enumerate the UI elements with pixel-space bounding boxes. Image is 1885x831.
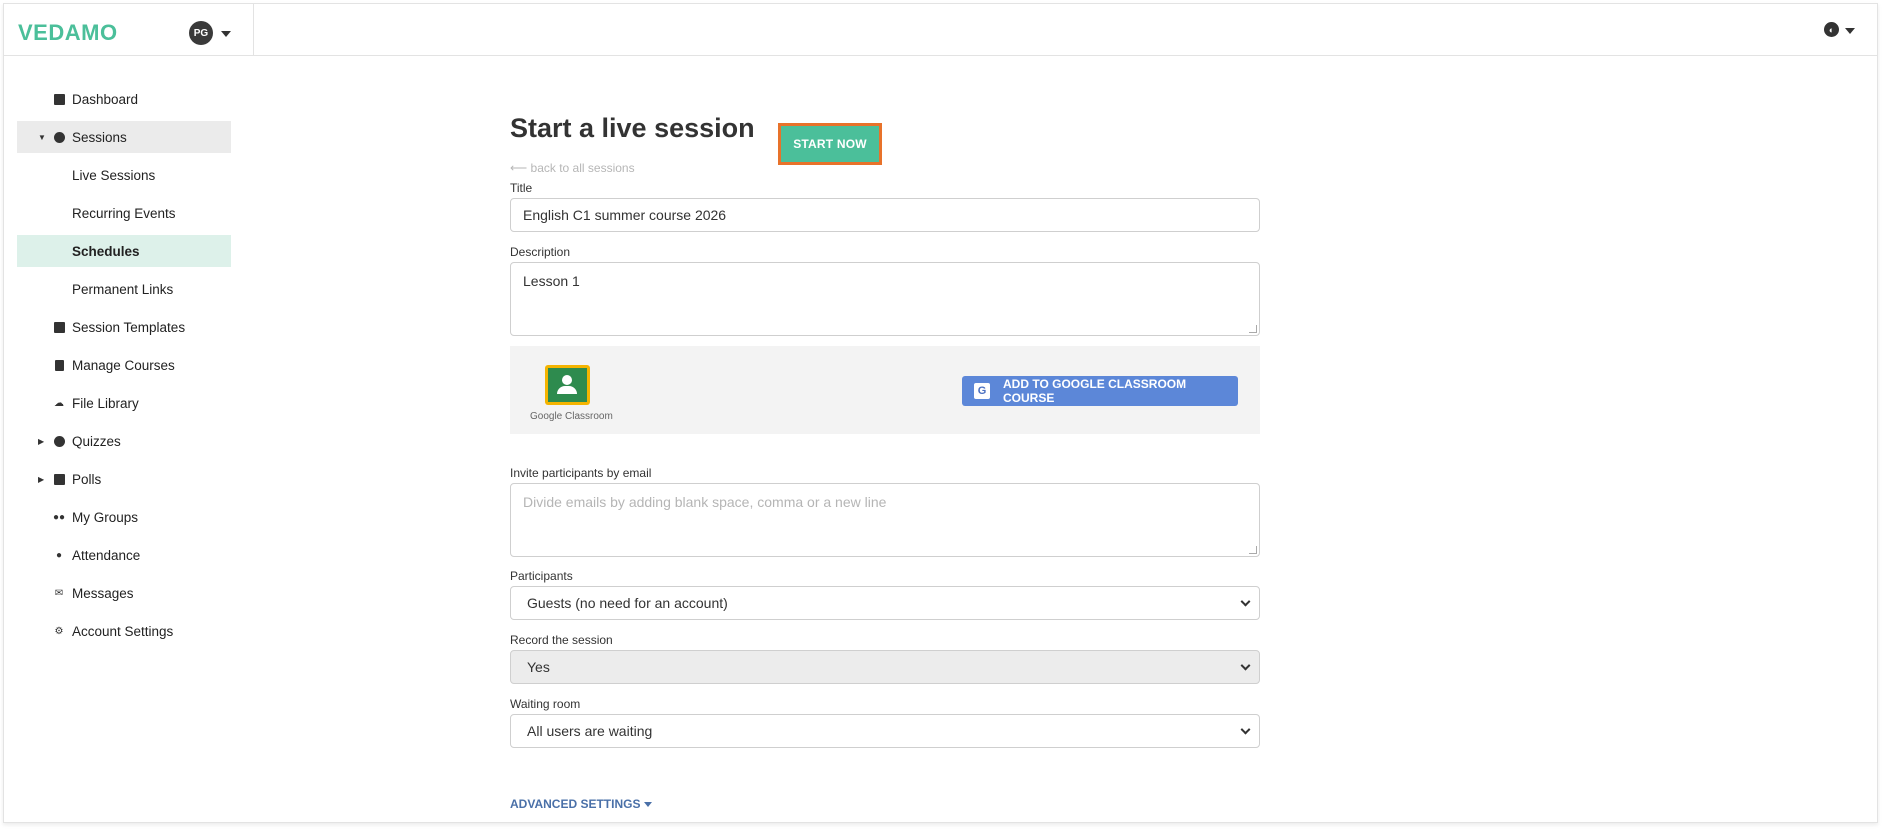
chevron-down-icon	[1240, 660, 1251, 671]
participants-selected-value: Guests (no need for an account)	[527, 595, 728, 611]
sidebar-item-permanent-links[interactable]: Permanent Links	[17, 273, 231, 305]
book-icon	[53, 359, 65, 371]
start-now-button[interactable]: START NOW	[778, 123, 882, 165]
page-title: Start a live session	[510, 113, 755, 143]
sidebar-item-label: Messages	[72, 585, 134, 601]
google-classroom-panel: Google Classroom G ADD TO GOOGLE CLASSRO…	[510, 346, 1260, 434]
globe-icon[interactable]: ◐	[1824, 22, 1839, 37]
chevron-down-icon	[1240, 724, 1251, 735]
google-classroom-caption: Google Classroom	[530, 411, 613, 422]
invite-emails-textarea[interactable]: Divide emails by adding blank space, com…	[510, 483, 1260, 557]
google-icon: G	[974, 383, 990, 399]
app-window: VEDAMO PG ◐ Dashboard ▼ Sessions Live Se…	[3, 3, 1878, 823]
sidebar-item-polls[interactable]: ▶ Polls	[17, 463, 231, 495]
sidebar-item-attendance[interactable]: ● Attendance	[17, 539, 231, 571]
sidebar-item-label: File Library	[72, 395, 139, 411]
sidebar-item-label: Sessions	[72, 129, 127, 145]
envelope-icon: ✉	[54, 587, 64, 599]
sidebar-divider	[253, 4, 254, 55]
sidebar-item-manage-courses[interactable]: Manage Courses	[17, 349, 231, 381]
description-value: Lesson 1	[523, 273, 580, 289]
sidebar-item-session-templates[interactable]: Session Templates	[17, 311, 231, 343]
record-label: Record the session	[510, 633, 613, 647]
chevron-down-icon	[1240, 596, 1251, 607]
caret-down-icon[interactable]: ▼	[38, 133, 46, 142]
play-circle-icon	[53, 131, 65, 143]
add-to-google-classroom-button[interactable]: G ADD TO GOOGLE CLASSROOM COURSE	[962, 376, 1238, 406]
sidebar-item-label: Permanent Links	[72, 281, 174, 297]
user-check-icon: ●	[55, 549, 63, 561]
title-input[interactable]: English C1 summer course 2026	[510, 198, 1260, 232]
title-input-value: English C1 summer course 2026	[523, 207, 727, 223]
chevron-down-icon[interactable]	[221, 31, 231, 37]
chevron-down-icon	[644, 801, 653, 807]
sidebar-item-label: Schedules	[72, 243, 140, 259]
waiting-room-label: Waiting room	[510, 697, 581, 711]
sidebar-item-label: Attendance	[72, 547, 141, 563]
sidebar-item-label: Session Templates	[72, 319, 186, 335]
description-textarea[interactable]: Lesson 1	[510, 262, 1260, 336]
sidebar-item-label: Account Settings	[72, 623, 174, 639]
question-circle-icon	[53, 435, 65, 447]
record-selected-value: Yes	[527, 659, 550, 675]
sidebar-item-dashboard[interactable]: Dashboard	[17, 83, 231, 115]
resize-handle[interactable]	[1249, 546, 1257, 554]
sidebar-item-label: Dashboard	[72, 91, 139, 107]
template-icon	[53, 321, 65, 333]
sidebar-item-account-settings[interactable]: ⚙ Account Settings	[17, 615, 231, 647]
sidebar-item-label: Quizzes	[72, 433, 121, 449]
sidebar-item-recurring-events[interactable]: Recurring Events	[17, 197, 231, 229]
waiting-room-selected-value: All users are waiting	[527, 723, 653, 739]
sidebar-item-quizzes[interactable]: ▶ Quizzes	[17, 425, 231, 457]
user-avatar[interactable]: PG	[189, 21, 213, 45]
back-to-sessions-link[interactable]: ⟵ back to all sessions	[510, 161, 635, 175]
google-classroom-button-label: ADD TO GOOGLE CLASSROOM COURSE	[1003, 377, 1187, 405]
record-session-select[interactable]: Yes	[510, 650, 1260, 684]
sidebar-item-sessions[interactable]: ▼ Sessions	[17, 121, 231, 153]
google-classroom-icon	[545, 365, 590, 405]
resize-handle[interactable]	[1249, 325, 1257, 333]
sidebar-item-label: My Groups	[72, 509, 139, 525]
advanced-settings-label: ADVANCED SETTINGS	[510, 797, 641, 811]
advanced-settings-toggle[interactable]: ADVANCED SETTINGS	[510, 797, 653, 811]
participants-select[interactable]: Guests (no need for an account)	[510, 586, 1260, 620]
sidebar-item-label: Manage Courses	[72, 357, 175, 373]
participants-label: Participants	[510, 569, 573, 583]
chevron-down-icon[interactable]	[1845, 28, 1855, 34]
invite-label: Invite participants by email	[510, 466, 652, 480]
waiting-room-select[interactable]: All users are waiting	[510, 714, 1260, 748]
caret-right-icon[interactable]: ▶	[38, 475, 44, 484]
caret-right-icon[interactable]: ▶	[38, 437, 44, 446]
sidebar-item-schedules[interactable]: Schedules	[17, 235, 231, 267]
sidebar-item-label: Recurring Events	[72, 205, 176, 221]
title-label: Title	[510, 181, 533, 195]
sidebar-item-live-sessions[interactable]: Live Sessions	[17, 159, 231, 191]
description-label: Description	[510, 245, 571, 259]
cloud-upload-icon: ☁	[54, 397, 64, 409]
sidebar-item-label: Polls	[72, 471, 102, 487]
invite-placeholder: Divide emails by adding blank space, com…	[523, 494, 887, 510]
poll-icon	[53, 473, 65, 485]
dashboard-icon	[53, 93, 65, 105]
gear-icon: ⚙	[54, 625, 64, 637]
sidebar-item-messages[interactable]: ✉ Messages	[17, 577, 231, 609]
vedamo-logo[interactable]: VEDAMO	[18, 20, 118, 46]
sidebar-item-file-library[interactable]: ☁ File Library	[17, 387, 231, 419]
sidebar-item-label: Live Sessions	[72, 167, 156, 183]
users-icon: ●●	[52, 511, 66, 523]
sidebar-item-my-groups[interactable]: ●● My Groups	[17, 501, 231, 533]
top-bar: VEDAMO PG ◐	[4, 4, 1877, 56]
